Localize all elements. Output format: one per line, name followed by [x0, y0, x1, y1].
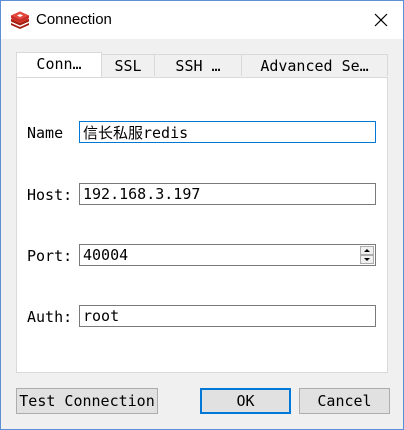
- test-connection-button[interactable]: Test Connection: [16, 388, 158, 414]
- cancel-button[interactable]: Cancel: [299, 388, 390, 414]
- redis-icon: [10, 10, 30, 30]
- spin-arrows-icon[interactable]: [360, 246, 374, 264]
- title-bar: Connection: [1, 1, 403, 39]
- tab-ssl[interactable]: SSL: [101, 54, 155, 76]
- host-field[interactable]: [79, 183, 376, 205]
- connection-dialog: Connection Conn… SSL SSH … Advanced Se… …: [0, 0, 404, 430]
- port-field[interactable]: [80, 245, 353, 265]
- name-label: Name: [27, 124, 64, 142]
- port-stepper[interactable]: [79, 244, 376, 266]
- ok-button[interactable]: OK: [200, 388, 291, 414]
- tab-connection[interactable]: Conn…: [16, 52, 102, 77]
- auth-field[interactable]: [79, 305, 376, 327]
- close-icon: [374, 13, 388, 27]
- name-field[interactable]: [79, 121, 376, 143]
- host-label: Host:: [27, 186, 73, 204]
- auth-label: Auth:: [27, 308, 73, 326]
- tab-bar: Conn… SSL SSH … Advanced Se…: [16, 52, 389, 77]
- tab-advanced-settings[interactable]: Advanced Se…: [241, 54, 388, 76]
- port-label: Port:: [27, 247, 73, 265]
- close-button[interactable]: [359, 1, 403, 39]
- tab-ssh[interactable]: SSH …: [154, 54, 242, 76]
- window-title: Connection: [36, 11, 112, 28]
